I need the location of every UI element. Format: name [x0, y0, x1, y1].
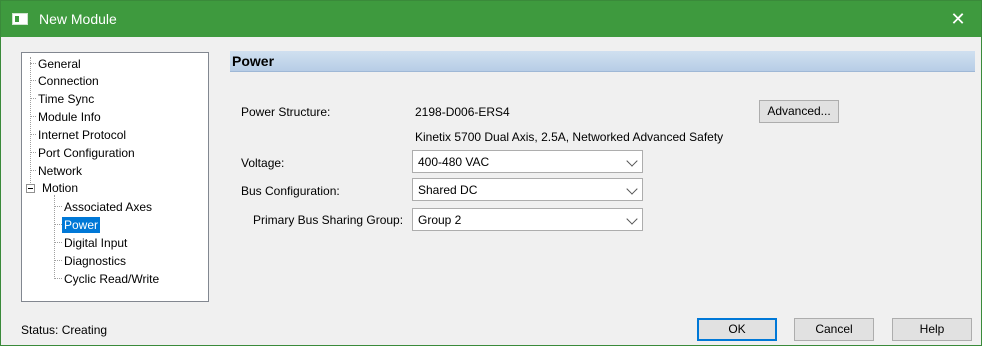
- tree-item-module-info[interactable]: Module Info: [36, 109, 103, 125]
- power-structure-value: 2198-D006-ERS4: [415, 105, 510, 119]
- power-structure-description: Kinetix 5700 Dual Axis, 2.5A, Networked …: [415, 130, 724, 144]
- window-title: New Module: [39, 11, 117, 27]
- voltage-value: 400-480 VAC: [418, 155, 490, 169]
- ok-button[interactable]: OK: [697, 318, 777, 341]
- tree-item-network[interactable]: Network: [36, 163, 84, 179]
- primary-bus-sharing-group-label: Primary Bus Sharing Group:: [253, 213, 404, 227]
- tree-item-digital-input[interactable]: Digital Input: [62, 235, 129, 251]
- bus-configuration-value: Shared DC: [418, 183, 478, 197]
- tree-connector-line: [54, 224, 62, 225]
- primary-bus-sharing-group-dropdown[interactable]: Group 2: [412, 208, 643, 231]
- voltage-dropdown[interactable]: 400-480 VAC: [412, 150, 643, 173]
- power-structure-label: Power Structure:: [241, 105, 331, 119]
- tree-connector-line: [54, 260, 62, 261]
- category-tree[interactable]: General Connection Time Sync Module Info…: [21, 52, 209, 302]
- tree-item-port-configuration[interactable]: Port Configuration: [36, 145, 137, 161]
- tree-item-connection[interactable]: Connection: [36, 73, 101, 89]
- tree-item-time-sync[interactable]: Time Sync: [36, 91, 96, 107]
- tree-connector-line: [54, 206, 62, 207]
- tree-item-cyclic-read-write[interactable]: Cyclic Read/Write: [62, 271, 161, 287]
- tree-connector-line: [54, 242, 62, 243]
- tree-connector-line: [54, 195, 55, 279]
- bus-configuration-dropdown[interactable]: Shared DC: [412, 178, 643, 201]
- tree-connector-line: [54, 278, 62, 279]
- chevron-down-icon: [626, 183, 638, 195]
- tree-connector-line: [30, 57, 31, 187]
- tree-item-power[interactable]: Power: [62, 217, 101, 233]
- title-bar: New Module ✕: [1, 1, 981, 37]
- new-module-dialog: New Module ✕ General Connection Time Syn…: [0, 0, 982, 346]
- section-header: Power: [230, 51, 975, 72]
- chevron-down-icon: [626, 213, 638, 225]
- tree-item-associated-axes[interactable]: Associated Axes: [62, 199, 154, 215]
- cancel-button[interactable]: Cancel: [794, 318, 874, 341]
- tree-item-internet-protocol[interactable]: Internet Protocol: [36, 127, 128, 143]
- close-icon[interactable]: ✕: [935, 1, 981, 37]
- chevron-down-icon: [626, 155, 638, 167]
- status-text: Status: Creating: [21, 323, 108, 337]
- primary-bus-sharing-group-value: Group 2: [418, 213, 462, 227]
- help-button[interactable]: Help: [892, 318, 972, 341]
- tree-item-motion[interactable]: Motion: [40, 180, 80, 196]
- advanced-button[interactable]: Advanced...: [759, 100, 839, 123]
- collapse-icon[interactable]: [26, 184, 35, 193]
- module-icon: [12, 13, 28, 25]
- voltage-label: Voltage:: [241, 156, 285, 170]
- bus-configuration-label: Bus Configuration:: [241, 184, 340, 198]
- tree-item-diagnostics[interactable]: Diagnostics: [62, 253, 128, 269]
- section-title: Power: [232, 53, 275, 69]
- tree-item-general[interactable]: General: [36, 56, 83, 72]
